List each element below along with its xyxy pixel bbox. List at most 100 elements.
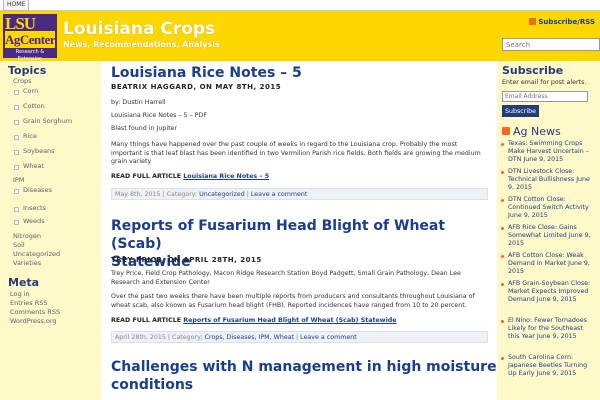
top-nav: HOME: [0, 0, 600, 11]
post-byline: TREY PRICE, ON APRIL 28TH, 2015: [111, 256, 262, 264]
logo-agcenter-text: AgCenter: [5, 31, 56, 48]
post-meta: May 8th, 2015 | Category: Uncategorized …: [111, 188, 488, 200]
post-title[interactable]: Louisiana Rice Notes – 5: [111, 64, 302, 82]
bullet-icon: [14, 207, 19, 212]
category-soybeans[interactable]: Soybeans: [23, 147, 55, 156]
read-more-label: READ FULL ARTICLE: [111, 317, 182, 324]
leave-comment-link[interactable]: Leave a comment: [300, 334, 357, 341]
news-bullet-icon: [501, 171, 504, 174]
meta-login-link[interactable]: Log in: [10, 290, 30, 299]
category-varieties[interactable]: Varieties: [13, 259, 41, 268]
site-title[interactable]: Louisiana Crops: [63, 19, 215, 39]
bullet-icon: [14, 120, 19, 125]
category-crops[interactable]: Crops: [13, 77, 32, 86]
news-item[interactable]: AFB Grain-Soybean Close: Market Expects …: [508, 280, 596, 304]
post-title-line: conditions: [111, 377, 194, 393]
category-label: | Category:: [162, 191, 198, 198]
left-sidebar: Topics Crops Corn Cotton Grain Sorghum R…: [0, 61, 101, 400]
read-more: READ FULL ARTICLE Louisiana Rice Notes –…: [111, 173, 269, 180]
news-date: June 9, 2015: [536, 296, 577, 303]
subscribe-rss-link[interactable]: Subscribe/RSS: [529, 18, 595, 26]
bullet-icon: [14, 150, 19, 155]
category-link[interactable]: Crops, Diseases, IPM, Wheat: [205, 334, 295, 341]
news-bullet-icon: [501, 199, 504, 202]
subscribe-text: Enter email for post alerts.: [502, 79, 587, 86]
subscribe-title: Subscribe: [502, 64, 564, 77]
news-bullet-icon: [501, 143, 504, 146]
news-link[interactable]: DTN Cotton Close: Continued Switch Activ…: [508, 196, 589, 211]
category-rice[interactable]: Rice: [23, 132, 37, 141]
rss-icon: [502, 127, 510, 135]
category-diseases[interactable]: Diseases: [23, 186, 52, 195]
meta-title: Meta: [8, 276, 40, 289]
news-item[interactable]: South Carolina Corn: Japanese Beetles Tu…: [508, 354, 596, 378]
category-uncategorized[interactable]: Uncategorized: [13, 250, 60, 259]
post-date: April 28th, 2015: [115, 334, 166, 341]
news-item[interactable]: AFB Rice Close: Gains Somewhat Limited J…: [508, 224, 596, 248]
news-date: June 9, 2015: [536, 370, 577, 377]
category-link[interactable]: Uncategorized: [199, 191, 245, 198]
news-date: June 9, 2015: [508, 212, 548, 219]
news-item[interactable]: DTN Cotton Close: Continued Switch Activ…: [508, 196, 596, 220]
post-title-line: Reports of Fusarium Head Blight of Wheat…: [111, 218, 446, 252]
post-text: Trey Price, Field Crop Pathology, Macon …: [111, 270, 461, 286]
category-insects[interactable]: Insects: [23, 204, 46, 213]
read-more-link[interactable]: Louisiana Rice Notes – 5: [183, 173, 269, 180]
bullet-icon: [14, 135, 19, 140]
site-description: News, Recommendations, Analysis: [63, 40, 220, 49]
news-link[interactable]: Texas: Swimming Crops Make Harvest Uncer…: [508, 140, 584, 155]
news-bullet-icon: [501, 283, 504, 286]
post-title-line: Challenges with N management in high moi…: [111, 359, 497, 375]
category-grain-sorghum[interactable]: Grain Sorghum: [23, 117, 72, 126]
post-title[interactable]: Challenges with N management in high moi…: [111, 358, 497, 394]
post-text: Louisiana Rice Notes – 5 – PDF: [111, 112, 207, 119]
read-more-link[interactable]: Reports of Fusarium Head Blight of Wheat…: [183, 317, 396, 324]
bullet-icon: [14, 220, 19, 225]
category-ipm[interactable]: IPM: [13, 176, 24, 185]
leave-comment-link[interactable]: Leave a comment: [251, 191, 308, 198]
subscribe-button[interactable]: Subscribe: [502, 105, 539, 117]
bullet-icon: [14, 165, 19, 170]
news-link[interactable]: DTN Livestock Close: Technical Bullishne…: [508, 168, 574, 183]
post-text: by: Dustin Harrell: [111, 99, 166, 106]
category-weeds[interactable]: Weeds: [23, 217, 45, 226]
news-bullet-icon: [501, 227, 504, 230]
home-link[interactable]: HOME: [3, 0, 30, 11]
rss-icon: [529, 18, 537, 25]
category-wheat[interactable]: Wheat: [23, 162, 44, 171]
read-more-label: READ FULL ARTICLE: [111, 173, 182, 180]
bullet-icon: [14, 90, 19, 95]
meta-comments-rss-link[interactable]: Comments RSS: [10, 308, 60, 317]
news-bullet-icon: [501, 357, 504, 360]
post-meta: April 28th, 2015 | Category: Crops, Dise…: [111, 331, 488, 343]
post-text: Blast found in Jupiter: [111, 125, 177, 132]
category-label: | Category:: [167, 334, 203, 341]
category-nitrogen[interactable]: Nitrogen: [13, 232, 41, 241]
topics-title: Topics: [8, 64, 47, 77]
news-item[interactable]: Texas: Swimming Crops Make Harvest Uncer…: [508, 140, 596, 164]
meta-entries-rss-link[interactable]: Entries RSS: [10, 299, 47, 308]
email-field[interactable]: [502, 91, 588, 102]
post-date: May 8th, 2015: [115, 191, 161, 198]
post-text: Over the past two weeks there have been …: [111, 293, 475, 309]
main-content: Louisiana Rice Notes – 5 BEATRIX HAGGARD…: [101, 61, 497, 400]
ag-news-title: Ag News: [513, 125, 561, 138]
lsu-agcenter-logo[interactable]: LSU AgCenter Research & Extension: [3, 14, 57, 62]
news-date: June 9, 2015: [536, 333, 577, 340]
category-soil[interactable]: Soil: [13, 241, 25, 250]
news-item[interactable]: El Nino: Fewer Tornadoes Likely for the …: [508, 317, 596, 341]
news-link[interactable]: AFB Rice Close: Gains Somewhat Limited: [508, 224, 577, 239]
news-item[interactable]: DTN Livestock Close: Technical Bullishne…: [508, 168, 596, 192]
right-sidebar: Subscribe Enter email for post alerts. S…: [497, 61, 600, 400]
bullet-icon: [14, 105, 19, 110]
category-corn[interactable]: Corn: [23, 87, 38, 96]
bullet-icon: [14, 189, 19, 194]
search-input[interactable]: [502, 38, 600, 51]
news-bullet-icon: [501, 255, 504, 258]
post-text: Many things have happened over the past …: [111, 141, 481, 165]
post-byline: BEATRIX HAGGARD, ON MAY 8TH, 2015: [111, 83, 282, 91]
news-item[interactable]: AFB Cotton Close: Weak Demand in Market …: [508, 252, 596, 276]
read-more: READ FULL ARTICLE Reports of Fusarium He…: [111, 317, 397, 324]
category-cotton[interactable]: Cotton: [23, 102, 45, 111]
meta-wordpress-link[interactable]: WordPress.org: [10, 317, 57, 326]
